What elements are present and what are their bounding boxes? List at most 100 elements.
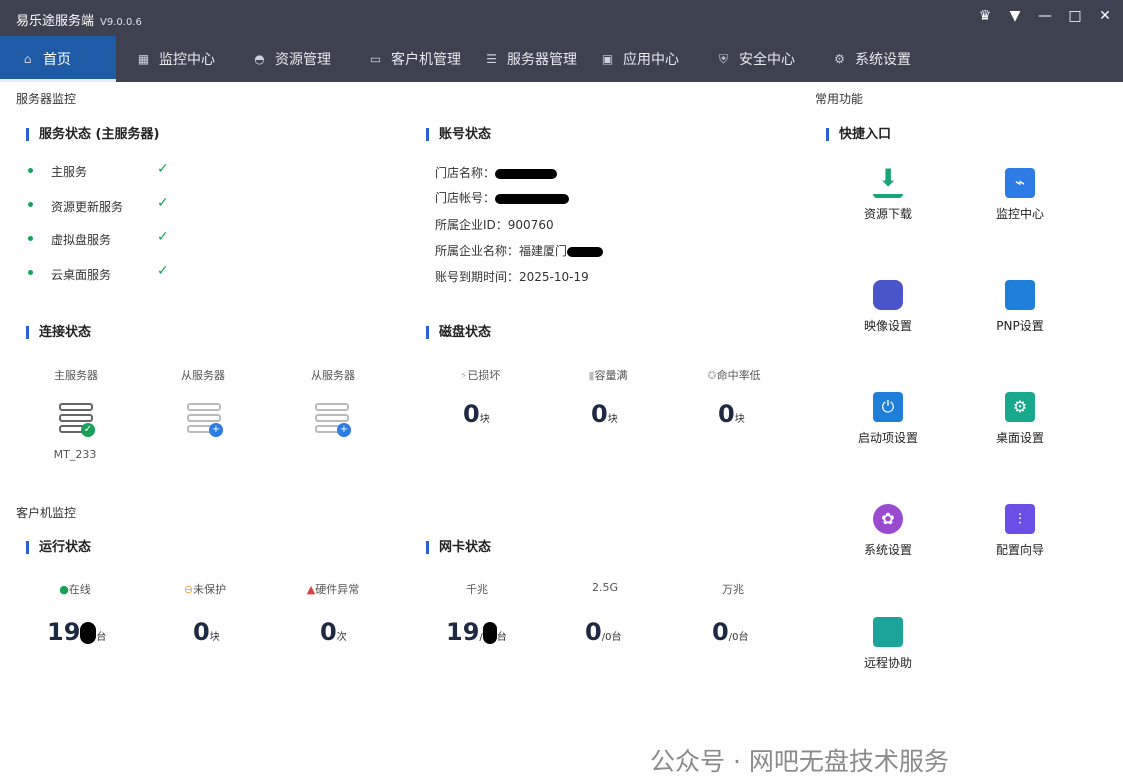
10g-count: 0/0台 <box>712 618 748 646</box>
status-dot <box>28 236 33 241</box>
dashboard: 服务器监控 常用功能 服务状态 (主服务器) 主服务 ✓ 资源更新服务 ✓ 虚拟… <box>0 82 1123 776</box>
config-wizard-shortcut[interactable]: ⫶ 配置向导 <box>970 504 1070 558</box>
store-name: 门店名称： <box>435 164 558 181</box>
count-unit: 块 <box>607 414 618 425</box>
watermark-text: 公众号 · 网吧无盘技术服务 <box>650 747 949 776</box>
25g-count: 0/0台 <box>585 618 621 646</box>
nic-label: 2.5G <box>591 581 619 594</box>
minimize-icon[interactable]: — <box>1037 8 1053 24</box>
nav-label: 资源管理 <box>275 52 331 68</box>
service-status-title: 服务状态 (主服务器) <box>26 128 159 141</box>
shortcut-label: 系统设置 <box>863 543 912 557</box>
nav-home[interactable]: ⌂ 首页 <box>0 36 116 82</box>
count-value: 0 <box>718 400 735 428</box>
pnp-settings-shortcut[interactable]: PNP设置 <box>970 280 1070 334</box>
disk-image-icon <box>873 280 903 310</box>
count-value: 0 <box>712 618 729 646</box>
disk-status-title: 磁盘状态 <box>426 326 491 339</box>
store-account-label: 门店帐号： <box>435 191 496 205</box>
status-dot <box>28 168 33 173</box>
count-value: 0 <box>463 400 480 428</box>
quick-access-title: 快捷入口 <box>826 128 891 141</box>
main-nav: ⌂ 首页 ▦ 监控中心 ◓ 资源管理 ▭ 客户机管理 ☰ 服务器管理 ▣ 应用中心 ⛨ 安全中… <box>0 36 1123 82</box>
shortcut-label: 监控中心 <box>995 207 1044 221</box>
box-icon: ▣ <box>601 51 614 66</box>
nav-resource-management[interactable]: ◓ 资源管理 <box>232 36 348 82</box>
status-dot <box>28 202 33 207</box>
desktop-settings-shortcut[interactable]: ⚙ 桌面设置 <box>970 392 1070 446</box>
chart-icon: ▦ <box>137 51 150 66</box>
server-row <box>59 414 93 422</box>
window-controls: ♛ ▼ — □ ✕ <box>977 8 1113 24</box>
check-icon: ✓ <box>157 263 169 279</box>
shortcut-label: 远程协助 <box>863 656 912 670</box>
monitor-icon: ▭ <box>369 51 382 66</box>
count-unit: 块 <box>479 414 490 425</box>
add-slave-server-icon[interactable]: + <box>315 403 351 437</box>
unprotected-icon: ⊖ <box>183 583 194 596</box>
nav-label: 系统设置 <box>855 52 911 68</box>
server-icon: ☰ <box>486 51 497 66</box>
main-server-icon[interactable]: ✓ <box>59 403 95 437</box>
warning-icon: ▲ <box>306 583 316 596</box>
app-version: V9.0.0.6 <box>100 17 142 28</box>
nav-label: 客户机管理 <box>391 52 461 68</box>
nav-label: 监控中心 <box>159 52 215 68</box>
service-item: 云桌面服务 <box>51 268 112 282</box>
server-row <box>187 414 221 422</box>
nic-label: 万兆 <box>722 583 744 596</box>
remote-assist-shortcut[interactable]: 远程协助 <box>838 617 938 671</box>
check-icon: ✓ <box>157 161 169 177</box>
disk-status-label: ⚡已损坏 <box>445 367 515 383</box>
close-icon[interactable]: ✕ <box>1097 8 1113 24</box>
server-name: MT_233 <box>53 448 97 461</box>
common-functions-section-title: 常用功能 <box>815 92 864 106</box>
nav-client-management[interactable]: ▭ 客户机管理 <box>348 36 464 82</box>
server-row <box>187 403 221 411</box>
online-count: 19 台 <box>47 618 106 646</box>
disk-label-text: 命中率低 <box>716 369 761 382</box>
run-status-label: ⊖未保护 <box>175 581 235 597</box>
count-suffix: /0 <box>601 632 612 643</box>
nav-monitor-center[interactable]: ▦ 监控中心 <box>116 36 232 82</box>
count-unit: 次 <box>336 632 347 643</box>
count-unit: 块 <box>209 632 220 643</box>
shortcut-label: 配置向导 <box>995 543 1044 557</box>
title-bar: 易乐途服务端 V9.0.0.6 ♛ ▼ — □ ✕ <box>0 0 1123 36</box>
startup-settings-shortcut[interactable]: ⏻ 启动项设置 <box>838 392 938 446</box>
nav-app-center[interactable]: ▣ 应用中心 <box>580 36 696 82</box>
server-label: 从服务器 <box>311 369 355 382</box>
add-slave-server-icon[interactable]: + <box>187 403 223 437</box>
count-value: 0 <box>591 400 608 428</box>
disk-label-text: 容量满 <box>594 369 628 382</box>
image-settings-shortcut[interactable]: 映像设置 <box>838 280 938 334</box>
monitor-center-shortcut[interactable]: ⌁ 监控中心 <box>970 168 1070 222</box>
account-status-title: 账号状态 <box>426 128 491 141</box>
disk-full-count: 0块 <box>591 400 618 428</box>
nav-label: 首页 <box>43 52 71 68</box>
check-badge-icon: ✓ <box>81 423 95 437</box>
server-label: 从服务器 <box>181 369 225 382</box>
system-settings-shortcut[interactable]: ✿ 系统设置 <box>838 504 938 558</box>
redaction-mark <box>495 168 558 179</box>
run-status-title: 运行状态 <box>26 541 91 554</box>
nav-system-settings[interactable]: ⚙ 系统设置 <box>812 36 928 82</box>
client-monitor-section-title: 客户机监控 <box>16 506 77 520</box>
store-name-label: 门店名称： <box>435 166 496 180</box>
redaction-mark <box>482 622 497 644</box>
nav-security-center[interactable]: ⛨ 安全中心 <box>696 36 812 82</box>
redaction-mark <box>80 622 97 644</box>
connection-status-title: 连接状态 <box>26 326 91 339</box>
resource-download-shortcut[interactable]: ⬇ 资源下载 <box>838 164 938 222</box>
nic-status-title: 网卡状态 <box>426 541 491 554</box>
home-icon: ⌂ <box>23 51 32 66</box>
nav-server-management[interactable]: ☰ 服务器管理 <box>464 36 580 82</box>
run-label-text: 硬件异常 <box>315 583 360 596</box>
power-calendar-icon: ⏻ <box>873 392 903 422</box>
shirt-icon[interactable]: ♛ <box>977 8 993 24</box>
redaction-mark <box>495 193 570 204</box>
menu-down-icon[interactable]: ▼ <box>1007 8 1023 24</box>
service-item: 资源更新服务 <box>51 200 124 214</box>
plus-badge-icon: + <box>337 423 351 437</box>
maximize-icon[interactable]: □ <box>1067 8 1083 24</box>
